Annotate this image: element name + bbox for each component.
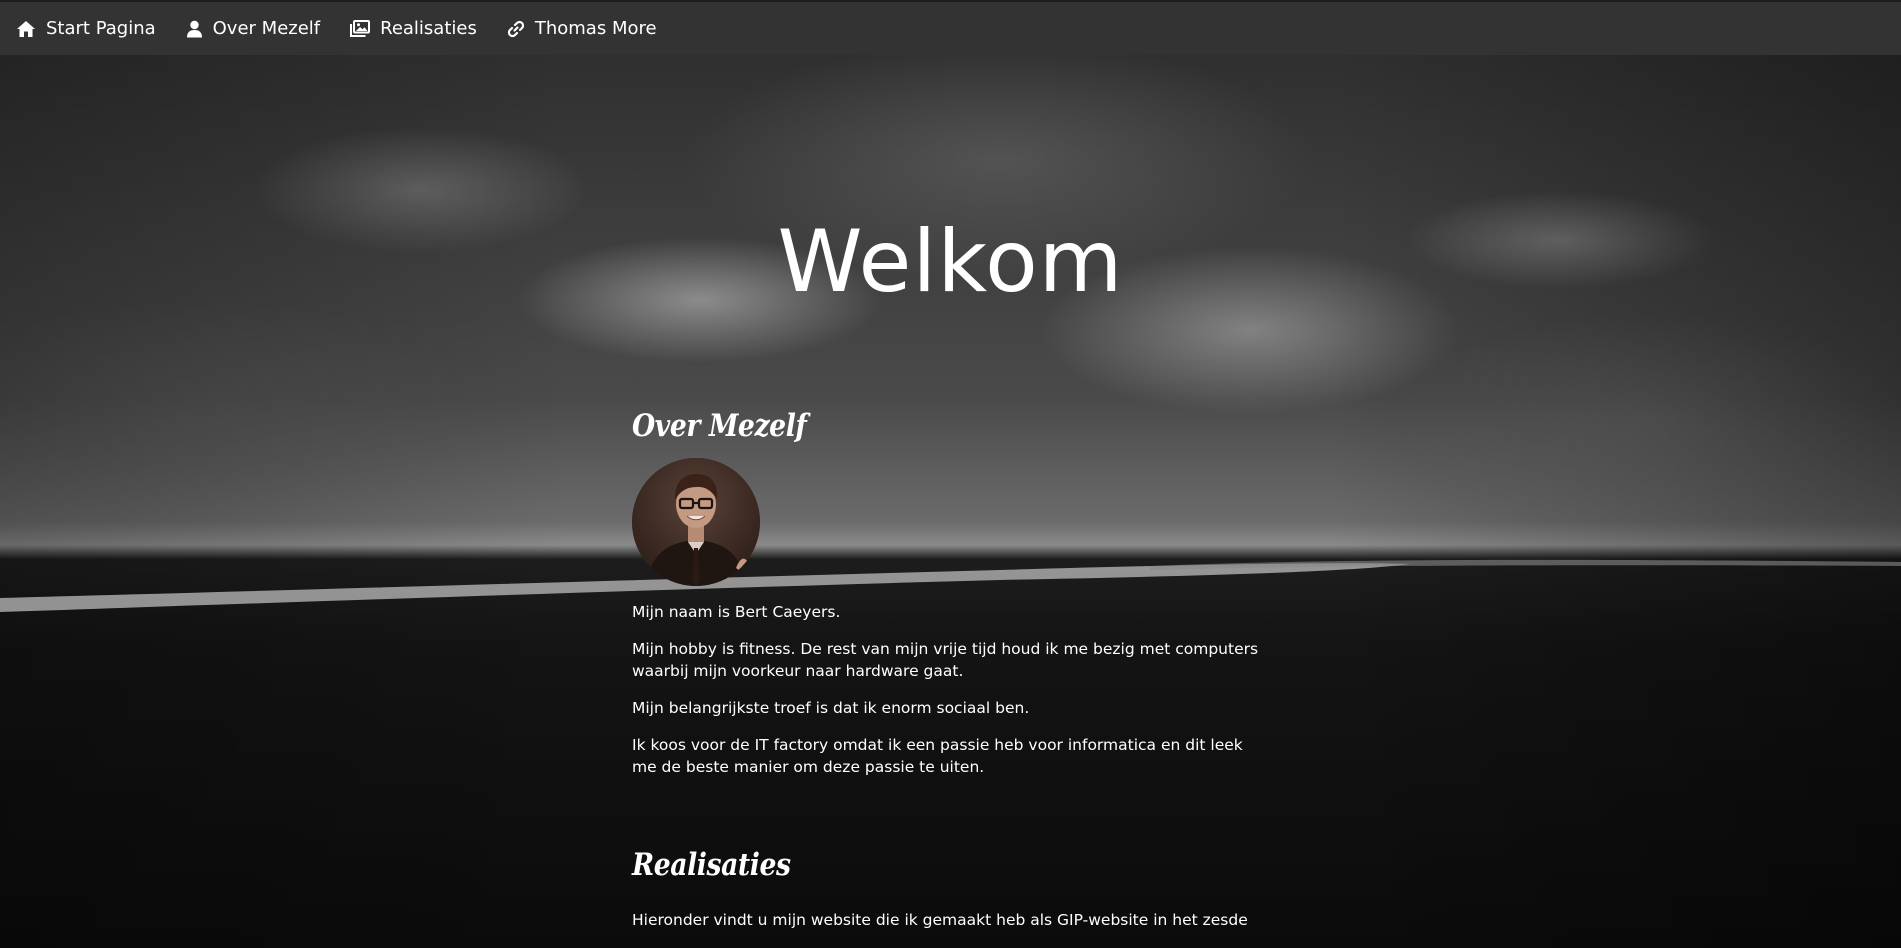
nav-item-label: Thomas More bbox=[534, 17, 657, 39]
section-title-realisaties: Realisaties bbox=[632, 847, 791, 883]
about-paragraph: Mijn belangrijkste troef is dat ik enorm… bbox=[632, 699, 1030, 717]
top-navbar: Start Pagina Over Mezelf Realisaties Tho… bbox=[0, 0, 1901, 55]
nav-item-label: Over Mezelf bbox=[212, 17, 321, 39]
images-icon bbox=[350, 20, 371, 37]
nav-item-label: Realisaties bbox=[380, 17, 477, 39]
nav-item-realisaties[interactable]: Realisaties bbox=[350, 17, 477, 39]
section-title-over-mezelf: Over Mezelf bbox=[632, 408, 807, 444]
about-paragraph: Mijn hobby is fitness. De rest van mijn … bbox=[632, 640, 1259, 680]
hero-title: Welkom bbox=[777, 212, 1124, 312]
nav-item-start-pagina[interactable]: Start Pagina bbox=[16, 17, 156, 39]
user-icon bbox=[186, 20, 203, 38]
main-content: Over Mezelf Mijn naam is Bert Caeyers. M… bbox=[632, 408, 1272, 946]
about-paragraph: Mijn naam is Bert Caeyers. bbox=[632, 603, 841, 621]
nav-item-over-mezelf[interactable]: Over Mezelf bbox=[186, 17, 321, 39]
nav-item-thomas-more[interactable]: Thomas More bbox=[507, 17, 657, 39]
link-icon bbox=[507, 20, 525, 38]
about-paragraph: Ik koos voor de IT factory omdat ik een … bbox=[632, 736, 1243, 776]
realisaties-intro: Hieronder vindt u mijn website die ik ge… bbox=[632, 911, 1248, 929]
home-icon bbox=[16, 20, 36, 38]
avatar bbox=[632, 458, 760, 586]
nav-item-label: Start Pagina bbox=[46, 17, 156, 39]
